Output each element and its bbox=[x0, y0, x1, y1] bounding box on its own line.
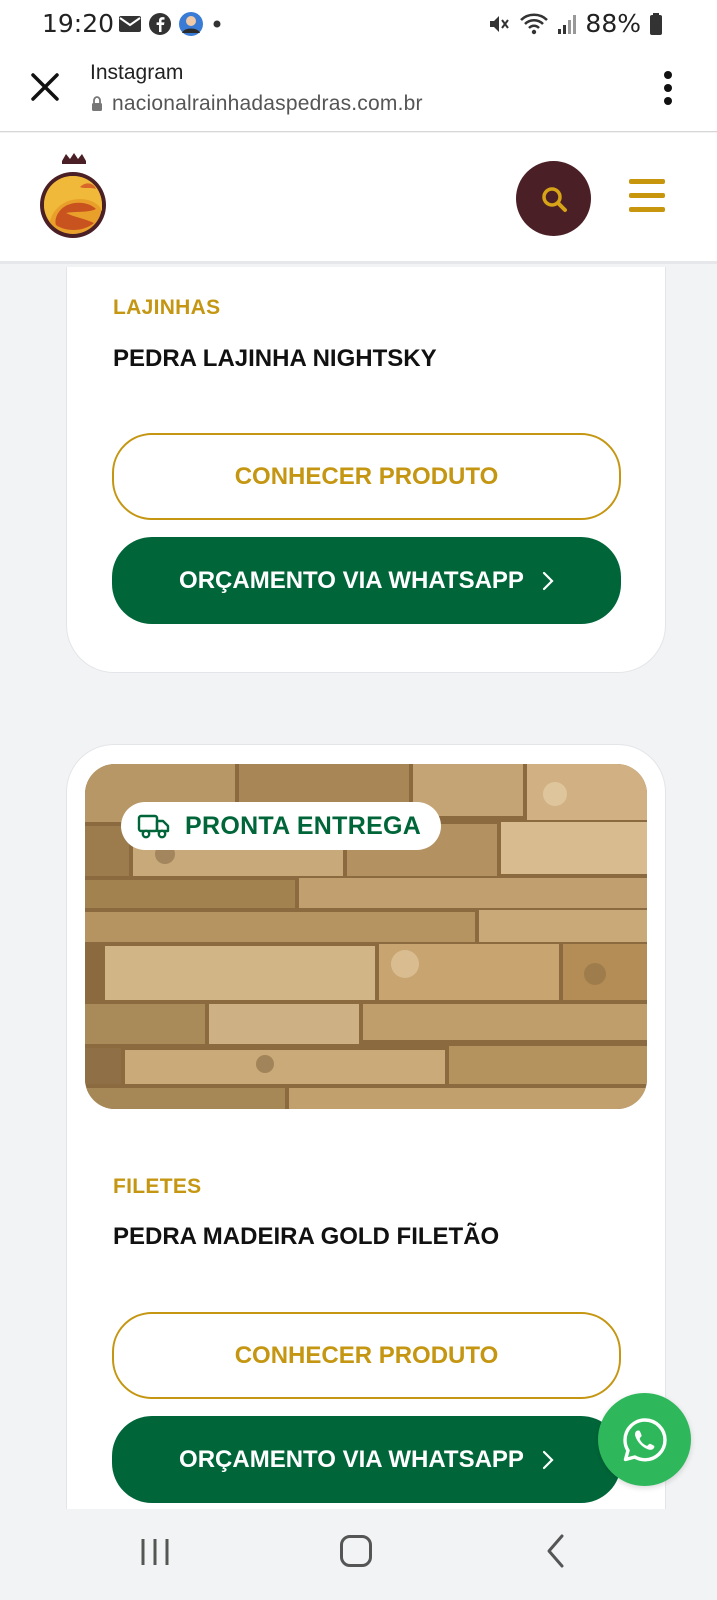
search-icon bbox=[541, 186, 567, 212]
logo[interactable] bbox=[36, 151, 110, 241]
hamburger-menu-icon[interactable] bbox=[629, 179, 665, 213]
facebook-icon bbox=[149, 13, 171, 35]
chevron-right-icon bbox=[542, 1450, 554, 1469]
truck-icon bbox=[137, 814, 170, 839]
close-icon[interactable] bbox=[28, 70, 62, 104]
whatsapp-quote-label: ORÇAMENTO VIA WHATSAPP bbox=[179, 566, 524, 594]
browser-url[interactable]: nacionalrainhadaspedras.com.br bbox=[112, 92, 423, 116]
search-button[interactable] bbox=[516, 161, 591, 236]
whatsapp-quote-button[interactable]: ORÇAMENTO VIA WHATSAPP bbox=[112, 1416, 621, 1503]
site-header bbox=[0, 133, 717, 264]
product-card: LAJINHAS PEDRA LAJINHA NIGHTSKY CONHECER… bbox=[66, 267, 666, 673]
system-nav-bar bbox=[0, 1509, 717, 1600]
browser-bar: Instagram nacionalrainhadaspedras.com.br bbox=[0, 48, 717, 132]
whatsapp-icon bbox=[622, 1417, 667, 1461]
wifi-icon bbox=[520, 13, 549, 34]
product-list: LAJINHAS PEDRA LAJINHA NIGHTSKY CONHECER… bbox=[0, 267, 717, 1509]
avatar bbox=[179, 12, 203, 36]
view-product-label: CONHECER PRODUTO bbox=[234, 462, 499, 490]
browser-title: Instagram bbox=[90, 61, 184, 84]
chevron-right-icon bbox=[542, 571, 554, 590]
status-time: 19:20 bbox=[42, 9, 115, 38]
whatsapp-float-button[interactable] bbox=[598, 1393, 691, 1486]
mute-icon bbox=[490, 15, 510, 32]
mail-icon bbox=[119, 16, 141, 32]
dot-icon bbox=[213, 20, 221, 28]
view-product-button[interactable]: CONHECER PRODUTO bbox=[112, 433, 621, 520]
back-icon[interactable] bbox=[545, 1533, 565, 1569]
ready-delivery-badge: PRONTA ENTREGA bbox=[121, 802, 442, 850]
home-icon[interactable] bbox=[340, 1535, 372, 1567]
whatsapp-quote-label: ORÇAMENTO VIA WHATSAPP bbox=[179, 1445, 524, 1473]
product-image[interactable]: PRONTA ENTREGA bbox=[85, 764, 647, 1109]
lock-icon bbox=[92, 96, 102, 111]
more-options-icon[interactable] bbox=[663, 70, 673, 106]
status-bar: 19:20 88% bbox=[0, 0, 717, 48]
status-notification-icons bbox=[118, 11, 224, 37]
product-name[interactable]: PEDRA MADEIRA GOLD FILETÃO bbox=[113, 1223, 499, 1251]
product-category[interactable]: FILETES bbox=[113, 1175, 201, 1199]
signal-icon bbox=[558, 14, 577, 34]
product-card: PRONTA ENTREGA FILETES PEDRA MADEIRA GOL… bbox=[66, 744, 666, 1509]
product-name[interactable]: PEDRA LAJINHA NIGHTSKY bbox=[113, 345, 437, 373]
battery-icon bbox=[650, 12, 662, 35]
view-product-label: CONHECER PRODUTO bbox=[234, 1341, 499, 1369]
battery-percent: 88% bbox=[585, 9, 641, 38]
badge-label: PRONTA ENTREGA bbox=[185, 811, 422, 840]
status-system-icons: 88% bbox=[487, 9, 663, 38]
whatsapp-quote-button[interactable]: ORÇAMENTO VIA WHATSAPP bbox=[112, 537, 621, 624]
view-product-button[interactable]: CONHECER PRODUTO bbox=[112, 1312, 621, 1399]
recent-apps-icon[interactable] bbox=[139, 1537, 171, 1567]
product-category[interactable]: LAJINHAS bbox=[113, 296, 220, 320]
